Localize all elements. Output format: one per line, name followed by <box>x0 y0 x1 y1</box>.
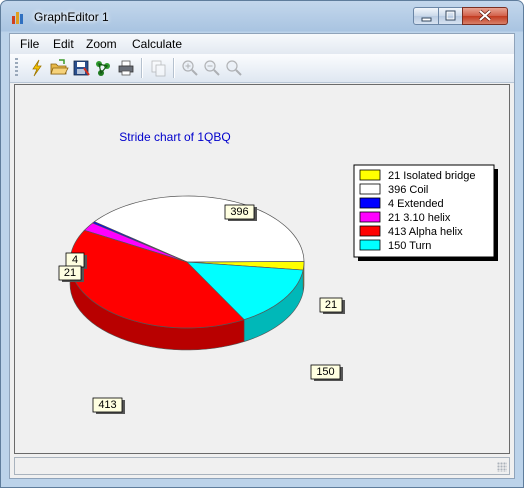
zoom-in-icon[interactable] <box>180 58 200 78</box>
menu-calculate[interactable]: Calculate <box>132 37 182 51</box>
pie-value-label: 4 <box>72 254 78 266</box>
pie-value-label: 21 <box>325 299 337 311</box>
save-icon[interactable] <box>71 58 91 78</box>
menu-zoom[interactable]: Zoom <box>86 37 117 51</box>
legend-swatch <box>359 183 381 195</box>
pie-value-label: 413 <box>98 399 116 411</box>
client-area: File Edit Zoom Calculate Stride chart of… <box>9 33 515 479</box>
minimize-button[interactable] <box>413 7 439 25</box>
pie-slices <box>69 195 305 329</box>
open-folder-icon[interactable] <box>49 58 69 78</box>
zoom-reset-icon[interactable] <box>224 58 244 78</box>
toolbar-separator <box>141 58 143 78</box>
minimize-icon <box>421 17 432 22</box>
legend-entry: 150 Turn <box>388 240 431 252</box>
legend-entry: 396 Coil <box>388 184 428 196</box>
maximize-icon <box>445 10 456 21</box>
menu-edit[interactable]: Edit <box>53 37 74 51</box>
chart-title: Stride chart of 1QBQ <box>119 130 230 144</box>
legend-entry: 4 Extended <box>388 198 444 210</box>
print-icon[interactable] <box>116 58 136 78</box>
toolbar <box>10 54 514 83</box>
pie-value-label: 150 <box>316 366 334 378</box>
menu-file[interactable]: File <box>20 37 39 51</box>
legend-entry: 21 Isolated bridge <box>388 170 475 182</box>
pie-value-label: 396 <box>230 206 248 218</box>
resize-grip-icon[interactable] <box>497 462 507 472</box>
legend-swatch <box>359 169 381 181</box>
title-bar[interactable]: GraphEditor 1 <box>1 1 523 33</box>
new-icon[interactable] <box>27 58 47 78</box>
chart-legend: 21 Isolated bridge 396 Coil 4 Extended 21 3… <box>353 164 498 261</box>
toolbar-separator <box>173 58 175 78</box>
window-title: GraphEditor 1 <box>34 10 109 24</box>
zoom-out-icon[interactable] <box>202 58 222 78</box>
legend-swatch <box>359 211 381 223</box>
app-window: GraphEditor 1 File Edit Zoom Calculate S… <box>0 0 524 488</box>
legend-swatch <box>359 239 381 251</box>
menu-bar: File Edit Zoom Calculate <box>10 34 514 54</box>
toolbar-grip[interactable] <box>15 58 18 78</box>
pie-chart: Stride chart of 1QBQ 21396421413150 21 I… <box>58 130 498 414</box>
pie-value-label: 21 <box>64 267 76 279</box>
close-icon <box>478 9 492 22</box>
close-button[interactable] <box>462 7 508 25</box>
legend-entry: 21 3.10 helix <box>388 212 451 224</box>
copy-icon[interactable] <box>148 58 168 78</box>
legend-swatch <box>359 225 381 237</box>
graph-canvas[interactable]: Stride chart of 1QBQ 21 396 4 21 413 150 21 I… <box>14 84 510 454</box>
status-bar <box>14 457 510 475</box>
legend-swatch <box>359 197 381 209</box>
structure-icon[interactable] <box>93 58 113 78</box>
legend-entry: 413 Alpha helix <box>388 226 463 238</box>
maximize-button[interactable] <box>438 7 463 25</box>
app-icon <box>12 12 23 24</box>
